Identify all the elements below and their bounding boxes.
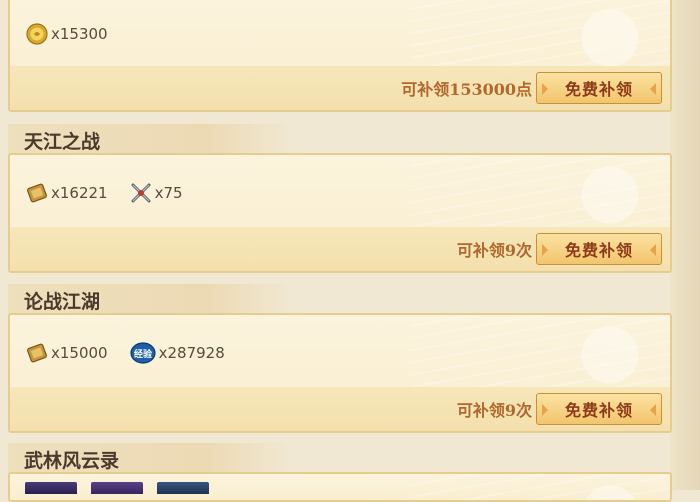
free-claim-button-label: 免费补领 — [564, 80, 633, 99]
page-background-edge — [670, 0, 700, 490]
free-claim-button[interactable]: 免费补领 — [536, 233, 662, 265]
section-title: 论战江湖 — [24, 291, 101, 313]
button-arrow-left-icon — [542, 404, 548, 416]
button-arrow-left-icon — [542, 244, 548, 256]
reward-amount: x287928 — [158, 344, 225, 362]
silver-ticket-icon — [26, 342, 48, 364]
reward-amount: x15000 — [51, 344, 108, 362]
button-arrow-right-icon — [650, 404, 656, 416]
gold-coin-icon — [26, 23, 48, 45]
reward-card-2: x16221 x75 可补领9次 免费补领 — [8, 153, 672, 273]
reward-item-experience: 经验 x287928 — [130, 342, 225, 364]
reward-item-ticket: x15000 — [26, 342, 108, 364]
reward-row: x15300 — [26, 23, 108, 45]
section-title: 武林风云录 — [24, 450, 120, 472]
button-arrow-right-icon — [650, 83, 656, 95]
button-arrow-right-icon — [650, 244, 656, 256]
section-header-wulin: 武林风云录 — [8, 443, 294, 473]
button-arrow-left-icon — [542, 83, 548, 95]
experience-badge-text: 经验 — [134, 348, 153, 360]
card-decoration — [410, 474, 670, 500]
section-header-tianjiang: 天江之战 — [8, 124, 294, 154]
reward-amount: x15300 — [51, 25, 108, 43]
claimable-text: 可补领9次 — [456, 241, 532, 260]
free-claim-button-label: 免费补领 — [564, 401, 633, 420]
claimable-text: 可补领153000点 — [401, 80, 532, 99]
reward-thumbnail — [157, 482, 209, 494]
reward-item-ticket: x16221 — [26, 182, 108, 204]
experience-badge-icon: 经验 — [130, 342, 156, 364]
header-scale-pattern — [194, 284, 294, 314]
claimable-text: 可补领9次 — [456, 401, 532, 420]
reward-item-swords: x75 — [130, 182, 183, 204]
section-header-lunzhan: 论战江湖 — [8, 284, 294, 314]
free-claim-button[interactable]: 免费补领 — [536, 72, 662, 104]
silver-ticket-icon — [26, 182, 48, 204]
reward-row: x16221 x75 — [26, 182, 183, 204]
reward-thumbnail — [25, 482, 77, 494]
free-claim-button[interactable]: 免费补领 — [536, 393, 662, 425]
reward-row: x15000 经验 x287928 — [26, 342, 225, 364]
reward-amount: x16221 — [51, 184, 108, 202]
free-claim-button-label: 免费补领 — [564, 241, 633, 260]
reward-card-3: x15000 经验 x287928 可补领9次 免费补领 — [8, 313, 672, 433]
reward-amount: x75 — [154, 184, 183, 202]
section-title: 天江之战 — [24, 131, 101, 153]
reward-card-1: x15300 可补领153000点 免费补领 — [8, 0, 672, 112]
crossed-swords-icon — [130, 182, 152, 204]
header-scale-pattern — [194, 124, 294, 154]
reward-item-gold: x15300 — [26, 23, 108, 45]
header-scale-pattern — [194, 443, 294, 473]
reward-thumbnails — [25, 482, 209, 494]
reward-thumbnail — [91, 482, 143, 494]
